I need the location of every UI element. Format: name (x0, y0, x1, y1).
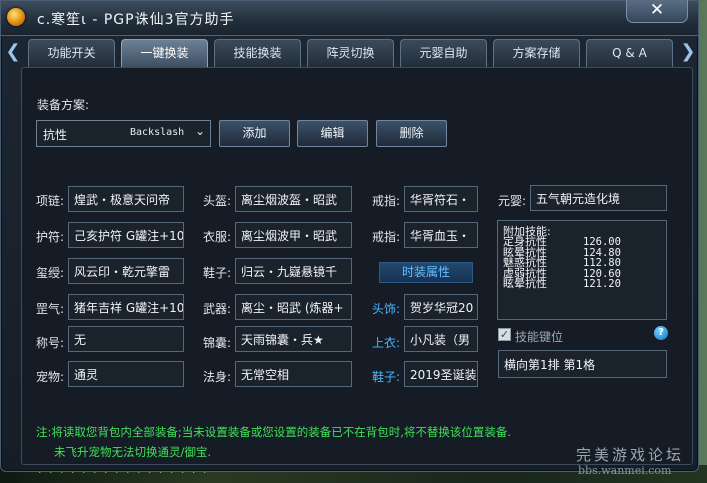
fashion-attributes-button[interactable]: 时装属性 (379, 262, 473, 283)
shoes-label: 鞋子: (203, 266, 232, 280)
shoes-field[interactable]: 归云・九嶷悬镜千 (235, 258, 352, 284)
chevron-down-icon: ⌄ (194, 124, 205, 138)
helmet-field[interactable]: 离尘烟波盔・昭武 (235, 186, 352, 212)
assistant-window: c.寒笙ι - PGP诛仙3官方助手 ✕ ❮ ❯ 功能开关 一键换装 技能换装 … (0, 0, 699, 472)
edit-button[interactable]: 编辑 (297, 120, 368, 147)
scheme-label: 装备方案: (37, 98, 90, 112)
app-logo-icon (7, 8, 25, 26)
tab-scroll-right-icon[interactable]: ❯ (680, 41, 696, 63)
yuanying-label: 元婴: (498, 194, 527, 208)
note-line-1: 注:将读取您背包内全部装备;当未设置装备或您设置的装备已不在背包时,将不替换该位… (36, 425, 512, 439)
weapon-label: 武器: (203, 302, 232, 316)
top-field[interactable]: 小凡装（男 (404, 326, 478, 352)
skill-row: 眩晕抗性 121.20 (503, 276, 666, 290)
extra-skills-box: 附加技能: 定身抗性 126.00 眩晕抗性 124.80 魅惑抗性 112.80 虚… (497, 220, 667, 320)
pouch-label: 锦囊: (203, 336, 232, 350)
window-title: c.寒笙ι - PGP诛仙3官方助手 (37, 12, 235, 28)
tab-skill-equip[interactable]: 技能换装 (214, 39, 301, 67)
fashion-shoes-label: 鞋子: (372, 370, 401, 384)
tab-yuanying-self-help[interactable]: 元婴自助 (400, 39, 487, 67)
pouch-field[interactable]: 天雨锦囊・兵★ (235, 326, 352, 352)
tab-scheme-storage[interactable]: 方案存储 (493, 39, 580, 67)
dharma-body-field[interactable]: 无常空相 (235, 361, 352, 387)
dharma-body-label: 法身: (203, 370, 232, 384)
necklace-label: 项链: (36, 194, 65, 208)
pet-label: 宠物: (36, 370, 65, 384)
skill-name: 眩晕抗性 (503, 276, 547, 290)
aura-field[interactable]: 猪年吉祥 G罐注+10 (68, 294, 184, 320)
help-icon[interactable]: ? (654, 326, 668, 340)
yuanying-field[interactable]: 五气朝元造化境 (530, 185, 667, 211)
forum-watermark: 完美游戏论坛 (576, 446, 685, 464)
headwear-label: 头饰: (372, 302, 401, 316)
armor-field[interactable]: 离尘烟波甲・昭武 (235, 222, 352, 248)
add-button[interactable]: 添加 (219, 120, 290, 147)
ring2-field[interactable]: 华胥血玉・ (404, 222, 478, 248)
headwear-field[interactable]: 贺岁华冠20 (404, 294, 478, 320)
skill-value: 121.20 (583, 277, 621, 290)
note-line-2: 未飞升宠物无法切换通灵/御宝. (54, 445, 212, 459)
forum-watermark-url: bbs.wanmei.com (578, 464, 672, 477)
ring1-field[interactable]: 华胥符石・ (404, 186, 478, 212)
weapon-field[interactable]: 离尘・昭武 (炼器+ (235, 294, 352, 320)
title-bar[interactable]: c.寒笙ι - PGP诛仙3官方助手 (1, 1, 698, 36)
scheme-selected-value: 抗性 (43, 128, 68, 142)
skill-key-slot-checkbox[interactable]: ✓ (498, 328, 511, 341)
tab-one-click-equip[interactable]: 一键换装 (121, 39, 208, 67)
tab-scroll-left-icon[interactable]: ❮ (5, 41, 21, 63)
scheme-hotkey: Backslash (130, 127, 185, 138)
tab-formation-switch[interactable]: 阵灵切换 (307, 39, 394, 67)
top-label: 上衣: (372, 336, 401, 350)
ring1-label: 戒指: (372, 194, 401, 208)
title-slot-field[interactable]: 无 (68, 326, 184, 352)
seal-field[interactable]: 风云印・乾元擎雷 (68, 258, 184, 284)
aura-label: 罡气: (36, 302, 65, 316)
skill-key-slot-label: 技能键位 (515, 330, 564, 344)
tab-function-switch[interactable]: 功能开关 (28, 39, 115, 67)
close-button[interactable]: ✕ (626, 0, 688, 23)
delete-button[interactable]: 删除 (376, 120, 447, 147)
amulet-label: 护符: (36, 230, 65, 244)
pet-field[interactable]: 通灵 (68, 361, 184, 387)
title-slot-label: 称号: (36, 336, 65, 350)
armor-label: 衣服: (203, 230, 232, 244)
amulet-field[interactable]: 己亥护符 G罐注+10 (68, 222, 184, 248)
fashion-shoes-field[interactable]: 2019圣诞装 (404, 361, 478, 387)
ring2-label: 戒指: (372, 230, 401, 244)
helmet-label: 头盔: (203, 194, 232, 208)
skill-key-slot-field[interactable]: 横向第1排 第1格 (498, 350, 667, 378)
scheme-select[interactable]: 抗性 Backslash ⌄ (36, 120, 211, 147)
seal-label: 玺绶: (36, 266, 65, 280)
tab-qa[interactable]: Q & A (586, 39, 673, 67)
necklace-field[interactable]: 煌武・极意天问帝 (68, 186, 184, 212)
